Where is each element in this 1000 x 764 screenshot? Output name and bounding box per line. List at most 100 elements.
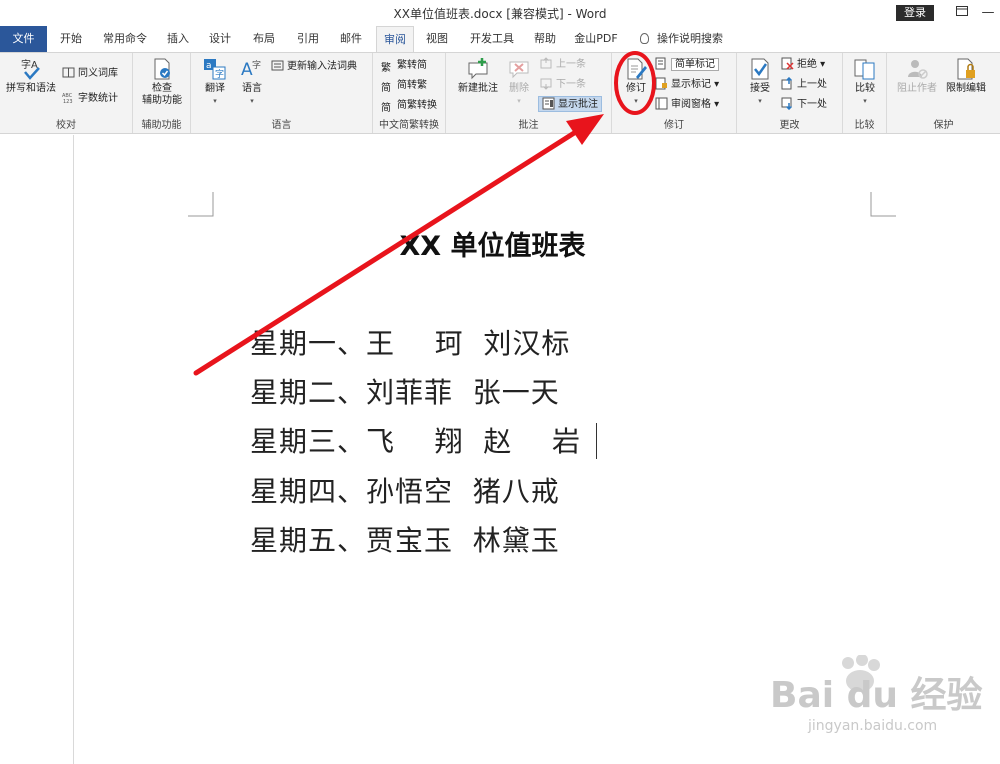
tab-layout[interactable]: 布局 — [246, 26, 282, 52]
tab-design[interactable]: 设计 — [202, 26, 238, 52]
tab-file[interactable]: 文件 — [0, 26, 47, 52]
spelling-check-icon: 字A — [21, 58, 40, 80]
simplified-to-traditional-icon: 简 — [381, 83, 391, 94]
tab-view[interactable]: 视图 — [419, 26, 455, 52]
restrict-editing-icon — [957, 58, 975, 80]
new-comment-icon — [468, 58, 488, 80]
login-button[interactable]: 登录 — [896, 5, 934, 21]
simplified-to-traditional-button[interactable]: 简简转繁 — [381, 78, 427, 94]
previous-change-button[interactable]: 上一处 — [781, 77, 827, 93]
translate-button[interactable]: a 字 翻译 ▾ — [195, 57, 235, 107]
previous-change-icon — [781, 77, 793, 90]
chinese-conversion-button[interactable]: 简简繁转换 — [381, 98, 437, 114]
group-label-chinese-conversion: 中文简繁转换 — [379, 120, 439, 131]
group-label-protect: 保护 — [933, 120, 954, 131]
block-authors-button[interactable]: 阻止作者 — [895, 57, 939, 95]
group-label-language: 语言 — [271, 120, 292, 131]
compare-label: 比较 — [855, 83, 875, 94]
word-count-button[interactable]: ABC 123 字数统计 — [62, 91, 118, 107]
track-changes-icon — [627, 58, 647, 80]
ribbon-display-icon[interactable] — [952, 4, 972, 22]
show-comments-label: 显示批注 — [558, 99, 598, 110]
tab-help[interactable]: 帮助 — [527, 26, 563, 52]
svg-text:字: 字 — [215, 68, 224, 80]
delete-label: 删除 — [509, 83, 529, 94]
prev-label: 上一条 — [556, 59, 586, 70]
window-title: XX单位值班表.docx [兼容模式] - Word — [393, 7, 607, 21]
compare-icon — [854, 59, 875, 80]
simple-markup-select[interactable]: 简单标记 — [671, 58, 719, 71]
language-dropdown-icon: ▾ — [250, 97, 254, 105]
delete-comment-button[interactable]: 删除 ▾ — [502, 57, 536, 107]
next-change-label: 下一处 — [797, 99, 827, 110]
previous-change-label: 上一处 — [797, 79, 827, 90]
traditional-to-simplified-button[interactable]: 繁繁转简 — [381, 58, 427, 74]
show-comments-icon — [542, 97, 555, 110]
duty-line-friday[interactable]: 星期五、贾宝玉 林黛玉 — [250, 519, 560, 559]
block-authors-icon — [908, 60, 928, 79]
reject-label: 拒绝 — [797, 59, 817, 70]
markup-mode-dropdown[interactable]: 简单标记 — [655, 57, 719, 73]
duty-line-monday[interactable]: 星期一、王 珂 刘汉标 — [250, 322, 570, 362]
tab-kingsoft-pdf[interactable]: 金山PDF — [570, 26, 622, 52]
review-pane-button[interactable]: 审阅窗格 ▾ — [655, 97, 719, 113]
thesaurus-button[interactable]: 同义词库 — [62, 66, 118, 82]
next-change-icon — [781, 97, 793, 110]
watermark-brand: Bai du 经验 — [770, 675, 983, 716]
svg-text:a: a — [206, 61, 212, 71]
chinese-conversion-icon: 简 — [381, 103, 391, 114]
new-comment-label: 新建批注 — [458, 83, 498, 94]
tab-home[interactable]: 开始 — [52, 26, 90, 52]
tab-insert[interactable]: 插入 — [160, 26, 196, 52]
tab-developer[interactable]: 开发工具 — [463, 26, 521, 52]
margin-corner-top-right — [870, 192, 896, 217]
restrict-label: 限制编辑 — [946, 83, 986, 94]
watermark-url: jingyan.baidu.com — [808, 718, 938, 734]
update-ime-dictionary-button[interactable]: 更新输入法词典 — [271, 59, 357, 75]
delete-comment-icon — [509, 61, 529, 79]
check-line1: 检查 — [152, 83, 172, 94]
ribbon: 字A 拼写和语法 同义词库 ABC 123 字数统计 校对 检查 辅助功能 辅助… — [0, 52, 1000, 134]
language-label: 语言 — [242, 83, 262, 94]
duty-line-tuesday[interactable]: 星期二、刘菲菲 张一天 — [250, 371, 560, 411]
tab-references[interactable]: 引用 — [290, 26, 326, 52]
spelling-grammar-button[interactable]: 字A 拼写和语法 — [4, 57, 58, 95]
group-label-comments: 批注 — [518, 120, 539, 131]
duty-line-wednesday[interactable]: 星期三、飞 翔 赵 岩 — [250, 420, 581, 460]
next-comment-button[interactable]: 下一条 — [540, 77, 586, 93]
show-markup-icon — [655, 77, 667, 90]
svg-text:123: 123 — [63, 99, 73, 104]
duty-line-thursday[interactable]: 星期四、孙悟空 猪八戒 — [250, 470, 560, 510]
group-changes: 接受 ▾ 拒绝 ▾ 上一处 下一处 更改 — [737, 53, 843, 133]
show-markup-button[interactable]: 显示标记 ▾ — [655, 77, 719, 93]
tab-review[interactable]: 审阅 — [376, 26, 414, 53]
group-label-compare: 比较 — [854, 120, 875, 131]
reject-button[interactable]: 拒绝 ▾ — [781, 57, 825, 73]
language-button[interactable]: A 字 语言 ▾ — [235, 57, 269, 107]
track-changes-button[interactable]: 修订 ▾ — [618, 57, 654, 107]
show-comments-button[interactable]: 显示批注 — [538, 96, 602, 112]
tab-mailings[interactable]: 邮件 — [333, 26, 369, 52]
document-title[interactable]: XX 单位值班表 — [300, 224, 685, 263]
tell-me-search[interactable]: 操作说明搜索 — [640, 26, 740, 52]
track-dropdown-icon: ▾ — [634, 97, 638, 105]
minimize-button[interactable]: — — [978, 4, 998, 22]
track-label: 修订 — [626, 83, 646, 94]
tab-common-commands[interactable]: 常用命令 — [96, 26, 154, 52]
new-comment-button[interactable]: 新建批注 — [456, 57, 500, 95]
group-label-changes: 更改 — [779, 120, 800, 131]
group-compare: 比较 ▾ 比较 — [843, 53, 887, 133]
accept-button[interactable]: 接受 ▾ — [743, 57, 777, 107]
reject-icon — [781, 57, 794, 70]
accessibility-check-icon — [154, 58, 170, 80]
check-accessibility-button[interactable]: 检查 辅助功能 — [135, 57, 189, 107]
word-count-icon: ABC123 — [62, 93, 73, 104]
accept-label: 接受 — [750, 83, 770, 94]
group-accessibility: 检查 辅助功能 辅助功能 — [133, 53, 191, 133]
next-change-button[interactable]: 下一处 — [781, 97, 827, 113]
page-left-edge — [73, 135, 74, 764]
previous-comment-button[interactable]: 上一条 — [540, 57, 586, 73]
next-comment-icon — [540, 78, 552, 90]
compare-button[interactable]: 比较 ▾ — [847, 57, 883, 107]
restrict-editing-button[interactable]: 限制编辑 — [941, 57, 991, 95]
